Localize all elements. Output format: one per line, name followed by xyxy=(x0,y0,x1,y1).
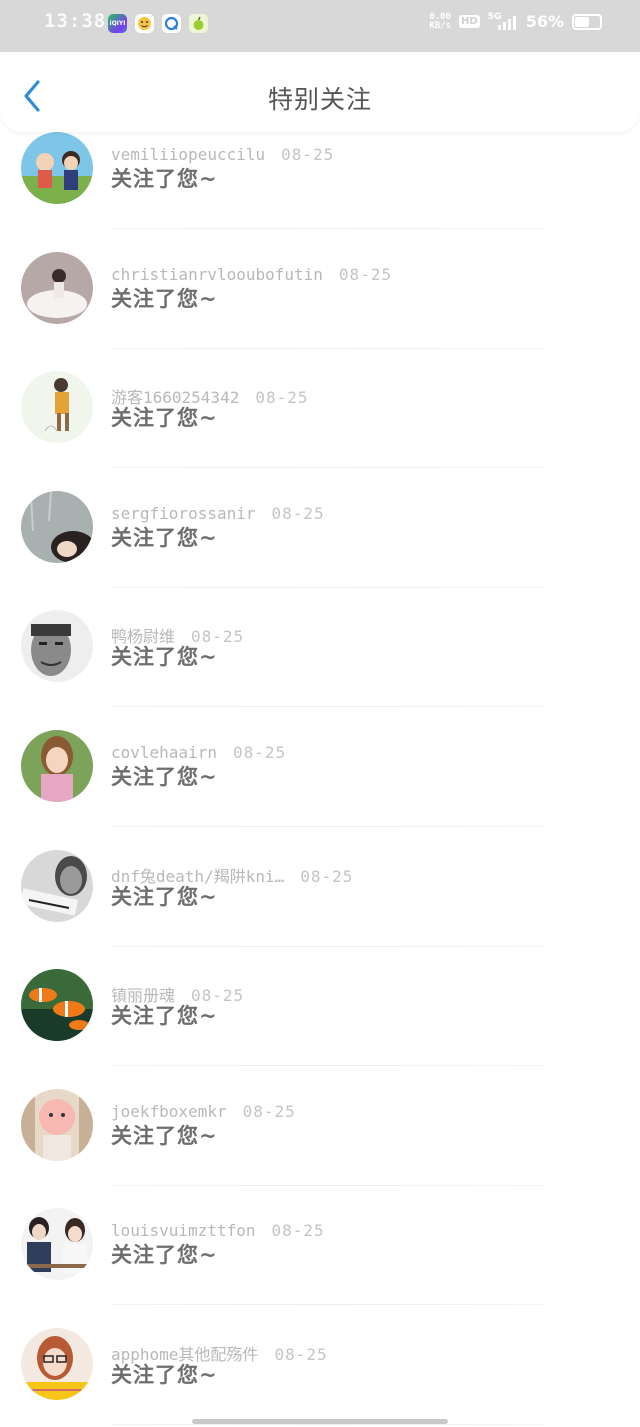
list-item[interactable]: joekfboxemkr 08-25 关注了您~ xyxy=(0,1088,640,1209)
avatar-image xyxy=(21,371,93,444)
avatar[interactable] xyxy=(21,490,93,563)
net-speed: 0.00 KB/s xyxy=(429,12,452,31)
name-line: christianrvlooubofutin 08-25 xyxy=(111,265,392,284)
notification-icons: iQIYI xyxy=(108,14,208,33)
avatar-image xyxy=(21,1327,93,1400)
divider xyxy=(111,706,544,708)
browser-app-icon xyxy=(162,14,181,33)
follow-message: 关注了您~ xyxy=(111,525,218,550)
follow-message: 关注了您~ xyxy=(111,167,218,191)
hd-badge: HD xyxy=(459,15,480,28)
avatar[interactable] xyxy=(21,729,93,802)
divider xyxy=(111,1184,544,1186)
avatar-image xyxy=(21,1088,93,1161)
follow-message: 关注了您~ xyxy=(111,1243,218,1268)
name-line: sergfiorossanir 08-25 xyxy=(111,504,325,523)
divider xyxy=(111,586,544,588)
avatar-image xyxy=(21,729,93,802)
divider xyxy=(111,1065,544,1067)
name-line: vemiliiopeuccilu 08-25 xyxy=(111,145,334,164)
username[interactable]: covlehaairn xyxy=(111,743,217,762)
username[interactable]: sergfiorossanir xyxy=(111,504,256,523)
avatar-image xyxy=(21,251,93,324)
signal-icon: 5G xyxy=(487,11,518,30)
pear-app-icon xyxy=(189,14,208,33)
status-bar: 13:38 iQIYI 0.00 KB/s HD 5G 56% xyxy=(0,0,640,52)
list-item[interactable]: vemiliiopeuccilu 08-25 关注了您~ xyxy=(0,132,640,252)
name-line: joekfboxemkr 08-25 xyxy=(111,1102,296,1121)
battery-icon xyxy=(572,13,602,30)
avatar-image xyxy=(21,1208,93,1281)
avatar-image xyxy=(21,490,93,563)
avatar[interactable] xyxy=(21,371,93,444)
iqiyi-app-icon: iQIYI xyxy=(108,14,127,33)
network-type: 5G xyxy=(487,11,502,22)
divider xyxy=(111,228,544,229)
follow-message: 关注了您~ xyxy=(111,406,218,431)
username[interactable]: louisvuimzttfon xyxy=(111,1221,256,1240)
follow-message: 关注了您~ xyxy=(111,1362,218,1387)
list-item[interactable]: dnf兔death/羯阱kni… 08-25 关注了您~ xyxy=(0,849,640,970)
avatar[interactable] xyxy=(21,251,93,324)
avatar[interactable] xyxy=(21,610,93,683)
avatar[interactable] xyxy=(21,969,93,1042)
list-item[interactable]: 鸭杨尉维 08-25 关注了您~ xyxy=(0,610,640,730)
follow-message: 关注了您~ xyxy=(111,286,218,311)
battery-percent: 56% xyxy=(525,12,564,31)
list-item[interactable]: louisvuimzttfon 08-25 关注了您~ xyxy=(0,1208,640,1328)
list-item[interactable]: covlehaairn 08-25 关注了您~ xyxy=(0,729,640,850)
follower-list: vemiliiopeuccilu 08-25 关注了您~ christianrvl… xyxy=(0,132,640,1427)
follow-message: 关注了您~ xyxy=(111,1004,218,1029)
divider xyxy=(111,945,544,947)
follow-message: 关注了您~ xyxy=(111,884,218,909)
list-item[interactable]: christianrvlooubofutin 08-25 关注了您~ xyxy=(0,251,640,372)
username[interactable]: vemiliiopeuccilu xyxy=(111,145,265,164)
username[interactable]: christianrvlooubofutin xyxy=(111,265,323,284)
divider xyxy=(111,1304,544,1306)
net-speed-unit: KB/s xyxy=(429,20,452,31)
avatar[interactable] xyxy=(21,1088,93,1161)
list-item[interactable]: 游客1660254342 08-25 关注了您~ xyxy=(0,371,640,491)
follow-date: 08-25 xyxy=(338,264,393,284)
follow-date: 08-25 xyxy=(242,1101,296,1121)
avatar-image xyxy=(21,849,93,922)
avatar-image xyxy=(21,132,93,204)
name-line: louisvuimzttfon 08-25 xyxy=(111,1221,325,1240)
follow-date: 08-25 xyxy=(271,1221,325,1241)
follow-date: 08-25 xyxy=(232,742,287,762)
list-item[interactable]: apphome其他配殇件 08-25 关注了您~ xyxy=(0,1327,640,1427)
status-indicators: 0.00 KB/s HD 5G 56% xyxy=(429,12,602,31)
divider xyxy=(111,467,544,469)
list-item[interactable]: 镇丽册魂 08-25 关注了您~ xyxy=(0,969,640,1089)
follow-date: 08-25 xyxy=(300,866,354,886)
page-title: 特别关注 xyxy=(267,85,372,114)
follow-date: 08-25 xyxy=(255,388,309,408)
emoji-app-icon xyxy=(135,14,154,33)
follow-message: 关注了您~ xyxy=(111,764,218,789)
follow-date: 08-25 xyxy=(281,145,335,164)
avatar-image xyxy=(21,610,93,683)
status-time: 13:38 xyxy=(44,10,107,32)
follow-date: 08-25 xyxy=(271,503,325,523)
divider xyxy=(111,825,544,827)
home-indicator[interactable] xyxy=(192,1419,448,1424)
avatar[interactable] xyxy=(21,1327,93,1400)
follow-message: 关注了您~ xyxy=(111,645,218,670)
list-item[interactable]: sergfiorossanir 08-25 关注了您~ xyxy=(0,490,640,611)
top-nav-bar: 特别关注 xyxy=(0,52,640,132)
follow-message: 关注了您~ xyxy=(111,1123,218,1148)
avatar[interactable] xyxy=(21,849,93,922)
username[interactable]: joekfboxemkr xyxy=(111,1102,227,1121)
avatar[interactable] xyxy=(21,132,93,204)
avatar-image xyxy=(21,969,93,1042)
avatar[interactable] xyxy=(21,1208,93,1281)
divider xyxy=(111,347,544,349)
divider xyxy=(111,1423,544,1425)
name-line: covlehaairn 08-25 xyxy=(111,743,286,762)
follow-date: 08-25 xyxy=(274,1344,328,1364)
